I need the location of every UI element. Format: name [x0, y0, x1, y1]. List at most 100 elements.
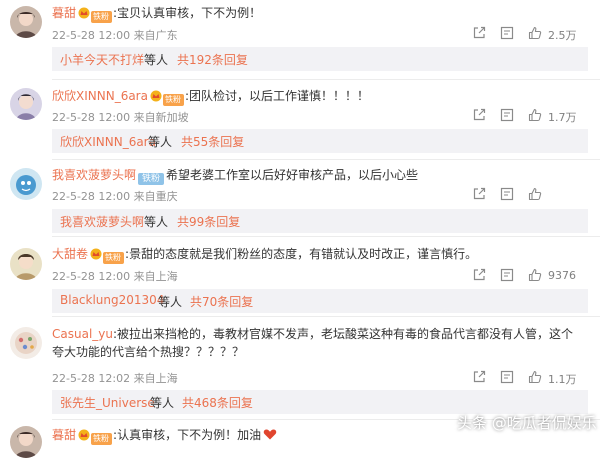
watermark: 头条 @吃瓜者侃娱乐	[457, 414, 597, 432]
action-bar: 1.1万	[472, 370, 592, 386]
share-icon[interactable]	[472, 108, 486, 122]
comment-time: 22-5-28 12:00	[52, 190, 131, 203]
like-count: 1.7万	[548, 111, 577, 124]
share-icon[interactable]	[472, 26, 486, 40]
reply-mid: 等人	[150, 396, 175, 410]
like-icon[interactable]	[528, 108, 542, 122]
share-icon[interactable]	[472, 268, 486, 282]
vip-crown-icon	[89, 248, 103, 260]
comment-line: 欣欣XINNN_6ara 铁粉:团队检讨，以后工作谨慎！！！！	[52, 87, 369, 107]
fan-badge: 铁粉	[103, 252, 125, 264]
comment-item: 我喜欢菠萝头啊 铁粉 希望老婆工作室以后好好审核产品，以后小心些 22-5-28 1…	[0, 160, 600, 236]
comment-icon[interactable]	[500, 108, 514, 122]
avatar[interactable]	[10, 327, 42, 359]
fan-badge: 铁粉	[162, 94, 184, 106]
comment-text: 景甜的态度就是我们粉丝的态度，有错就认及时改正，谨言慎行。	[129, 247, 478, 261]
comment-meta: 22-5-28 12:00 来自新加坡	[52, 109, 189, 125]
reply-mid: 等人	[148, 135, 173, 149]
fan-badge: 铁粉	[91, 11, 113, 23]
user-badges: 铁粉	[89, 247, 125, 265]
like-icon[interactable]	[528, 370, 542, 384]
comment-location: 来自重庆	[133, 190, 178, 203]
comment-meta: 22-5-28 12:02 来自上海	[52, 370, 178, 386]
vip-crown-icon	[77, 429, 91, 441]
comment-icon[interactable]	[500, 268, 514, 282]
comment-text: 宝贝认真审核，下不为例！	[117, 6, 262, 20]
comment-meta: 22-5-28 12:00 来自广东	[52, 27, 178, 43]
reply-summary[interactable]: 欣欣XINNN_6ara 等人 共55条回复	[52, 129, 588, 153]
comment-item: 欣欣XINNN_6ara 铁粉:团队检讨，以后工作谨慎！！！！ 22-5-28 1…	[0, 80, 600, 154]
comment-time: 22-5-28 12:00	[52, 111, 131, 124]
reply-user[interactable]: 小羊今天不打烊	[60, 51, 144, 68]
vip-crown-icon	[77, 7, 91, 19]
comment-line: 大甜卷 铁粉:景甜的态度就是我们粉丝的态度，有错就认及时改正，谨言慎行。	[52, 245, 477, 265]
vip-crown-icon	[149, 90, 163, 102]
comment-item: 大甜卷 铁粉:景甜的态度就是我们粉丝的态度，有错就认及时改正，谨言慎行。 22-5…	[0, 238, 600, 314]
username-link[interactable]: 欣欣XINNN_6ara	[52, 89, 148, 103]
fan-badge: 铁粉	[91, 433, 113, 445]
comment-line: Casual_yu:被拉出来挡枪的，毒教材官媒不发声，老坛酸菜这种有毒的食品代言…	[52, 325, 582, 361]
reply-summary[interactable]: 小羊今天不打烊 等人 共192条回复	[52, 47, 588, 71]
share-icon[interactable]	[472, 187, 486, 201]
reply-user[interactable]: 我喜欢菠萝头啊	[60, 213, 144, 230]
reply-total[interactable]: 共70条回复	[190, 293, 253, 310]
comment-item: 暮甜 铁粉:宝贝认真审核，下不为例！ 22-5-28 12:00 来自广东 2.5…	[0, 0, 600, 72]
action-bar	[472, 187, 592, 203]
like-count: 2.5万	[548, 29, 577, 42]
comment-time: 22-5-28 12:02	[52, 372, 131, 385]
like-icon[interactable]	[528, 187, 542, 201]
share-icon[interactable]	[472, 370, 486, 384]
action-bar: 1.7万	[472, 108, 592, 124]
avatar[interactable]	[10, 248, 42, 280]
reply-total[interactable]: 共468条回复	[182, 394, 253, 411]
reply-user[interactable]: 张先生_Universe	[60, 394, 155, 411]
like-icon[interactable]	[528, 268, 542, 282]
comment-location: 来自新加坡	[133, 111, 189, 124]
comment-icon[interactable]	[500, 187, 514, 201]
like-count: 9376	[548, 269, 576, 282]
username-link[interactable]: 暮甜	[52, 6, 76, 20]
reply-summary[interactable]: 张先生_Universe 等人 共468条回复	[52, 390, 588, 414]
comment-time: 22-5-28 12:00	[52, 270, 131, 283]
comment-time: 22-5-28 12:00	[52, 29, 131, 42]
comment-item: Casual_yu:被拉出来挡枪的，毒教材官媒不发声，老坛酸菜这种有毒的食品代言…	[0, 317, 600, 417]
reply-mid: 等人	[144, 53, 169, 67]
comment-icon[interactable]	[500, 26, 514, 40]
avatar[interactable]	[10, 168, 42, 200]
username-link[interactable]: Casual_yu	[52, 327, 113, 341]
comment-line: 暮甜 铁粉:认真审核，下不为例！加油	[52, 426, 277, 446]
comment-text: 认真审核，下不为例！加油	[117, 428, 262, 442]
user-badges: 铁粉	[149, 89, 184, 107]
user-badges: 铁粉	[77, 428, 113, 446]
avatar[interactable]	[10, 88, 42, 120]
like-count: 1.1万	[548, 373, 577, 386]
comment-line: 暮甜 铁粉:宝贝认真审核，下不为例！	[52, 4, 261, 24]
reply-user[interactable]: 欣欣XINNN_6ara	[60, 133, 156, 150]
fan-badge: 铁粉	[138, 173, 165, 185]
reply-user[interactable]: Blacklung201304	[60, 293, 164, 307]
action-bar: 2.5万	[472, 26, 592, 42]
reply-mid: 等人	[144, 215, 169, 229]
username-link[interactable]: 暮甜	[52, 428, 76, 442]
reply-total[interactable]: 共192条回复	[177, 51, 248, 68]
reply-summary[interactable]: Blacklung201304 等人 共70条回复	[52, 289, 588, 313]
reply-total[interactable]: 共55条回复	[181, 133, 244, 150]
reply-summary[interactable]: 我喜欢菠萝头啊 等人 共99条回复	[52, 209, 588, 233]
username-link[interactable]: 我喜欢菠萝头啊	[52, 168, 136, 182]
heart-icon	[263, 429, 277, 440]
comment-location: 来自上海	[133, 270, 178, 283]
comment-text: 被拉出来挡枪的，毒教材官媒不发声，老坛酸菜这种有毒的食品代言都没有人管，这个夸大…	[52, 327, 574, 359]
comment-text: 希望老婆工作室以后好好审核产品，以后小心些	[166, 168, 419, 182]
avatar[interactable]	[10, 6, 42, 38]
user-badges: 铁粉	[138, 168, 165, 186]
comment-icon[interactable]	[500, 370, 514, 384]
comment-location: 来自广东	[133, 29, 178, 42]
avatar[interactable]	[10, 426, 42, 458]
like-icon[interactable]	[528, 26, 542, 40]
comment-text: 团队检讨，以后工作谨慎！！！！	[189, 89, 370, 103]
comment-meta: 22-5-28 12:00 来自重庆	[52, 188, 178, 204]
reply-mid: 等人	[158, 295, 183, 309]
reply-total[interactable]: 共99条回复	[177, 213, 240, 230]
comment-meta: 22-5-28 12:00 来自上海	[52, 268, 178, 284]
username-link[interactable]: 大甜卷	[52, 247, 88, 261]
